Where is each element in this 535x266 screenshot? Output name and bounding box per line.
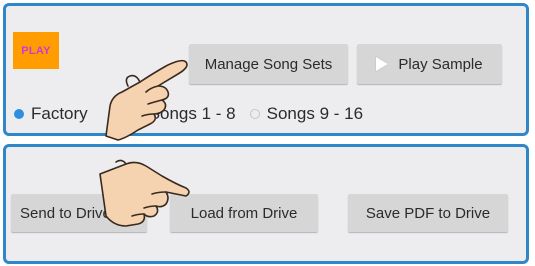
- drive-panel: Send to Drive Load from Drive Save PDF t…: [3, 144, 529, 264]
- play-sample-button[interactable]: Play Sample: [357, 44, 502, 84]
- play-sample-label: Play Sample: [398, 55, 483, 73]
- radio-button[interactable]: [249, 109, 260, 119]
- save-pdf-to-drive-button[interactable]: Save PDF to Drive: [348, 194, 508, 232]
- radio-songs-9-16-label: Songs 9 - 16: [266, 104, 364, 123]
- play-icon: [376, 57, 389, 71]
- radio-songs-9-16[interactable]: Songs 9 - 16: [249, 104, 364, 124]
- load-from-drive-button[interactable]: Load from Drive: [170, 194, 318, 232]
- pointing-hand-icon: [99, 159, 190, 227]
- manage-song-sets-label: Manage Song Sets: [204, 55, 333, 73]
- load-from-drive-label: Load from Drive: [190, 204, 298, 222]
- song-sets-panel: PLAY Manage Song Sets Play Sample Factor…: [3, 3, 529, 136]
- manage-song-sets-button[interactable]: Manage Song Sets: [189, 44, 348, 84]
- radio-button-selected[interactable]: [14, 109, 24, 119]
- save-pdf-to-drive-label: Save PDF to Drive: [365, 204, 491, 222]
- play-logo-text: PLAY: [21, 44, 51, 57]
- pointing-hand-icon: [105, 59, 188, 141]
- radio-factory[interactable]: Factory: [14, 104, 88, 124]
- radio-factory-label: Factory: [31, 104, 88, 123]
- play-logo: PLAY: [13, 32, 59, 69]
